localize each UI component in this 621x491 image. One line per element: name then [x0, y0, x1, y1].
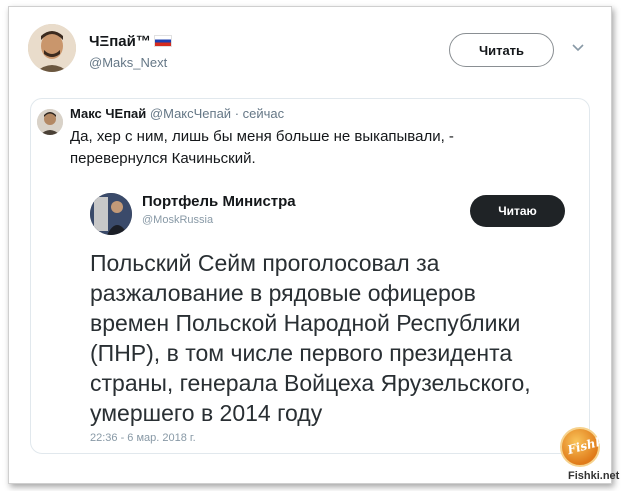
embedded-text-line: времен Польской Народной Республики	[90, 310, 521, 336]
embedded-author-handle: @MoskRussia	[142, 214, 214, 226]
embedded-text-line: умершего в 2014 году	[90, 400, 323, 426]
embedded-text-line: страны, генерала Войцеха Ярузельского,	[90, 370, 531, 396]
follow-button[interactable]: Читать	[449, 33, 554, 67]
embedded-author-name: Портфель Министра	[142, 193, 296, 210]
quoted-header: Макс ЧЕпай @МаксЧепай · сейчас	[70, 106, 284, 121]
quoted-text-line: перевернулся Качиньский.	[70, 150, 256, 167]
quoted-text-line: Да, хер с ним, лишь бы меня больше не вы…	[70, 128, 454, 145]
embedded-following-button: Читаю	[470, 195, 565, 227]
embedded-author-avatar	[90, 193, 132, 235]
quoted-author-avatar	[37, 109, 63, 135]
quoted-author-handle: @МаксЧепай	[149, 106, 232, 121]
author-handle[interactable]: @Maks_Next	[89, 55, 167, 70]
watermark-site: Fishki.net	[568, 470, 620, 482]
author-name[interactable]: ЧΞпай™	[89, 33, 172, 50]
quoted-author-name: Макс ЧЕпай	[70, 106, 147, 121]
author-avatar[interactable]	[28, 24, 76, 72]
quoted-time: сейчас	[242, 106, 285, 121]
embedded-text-line: разжалование в рядовые офицеров	[90, 280, 476, 306]
embedded-timestamp: 22:36 - 6 мар. 2018 г.	[90, 432, 196, 444]
russia-flag-icon	[153, 35, 172, 47]
quoted-text: Да, хер с ним, лишь бы меня больше не вы…	[70, 126, 580, 170]
quoted-separator: ·	[234, 106, 240, 121]
embedded-text-line: Польский Сейм проголосовал за	[90, 250, 440, 276]
author-name-text: ЧΞпай™	[89, 33, 151, 50]
embedded-tweet-text: Польский Сейм проголосовал за разжалован…	[90, 248, 570, 428]
embedded-text-line: (ПНР), в том числе первого президента	[90, 340, 513, 366]
chevron-down-icon[interactable]	[572, 43, 584, 53]
